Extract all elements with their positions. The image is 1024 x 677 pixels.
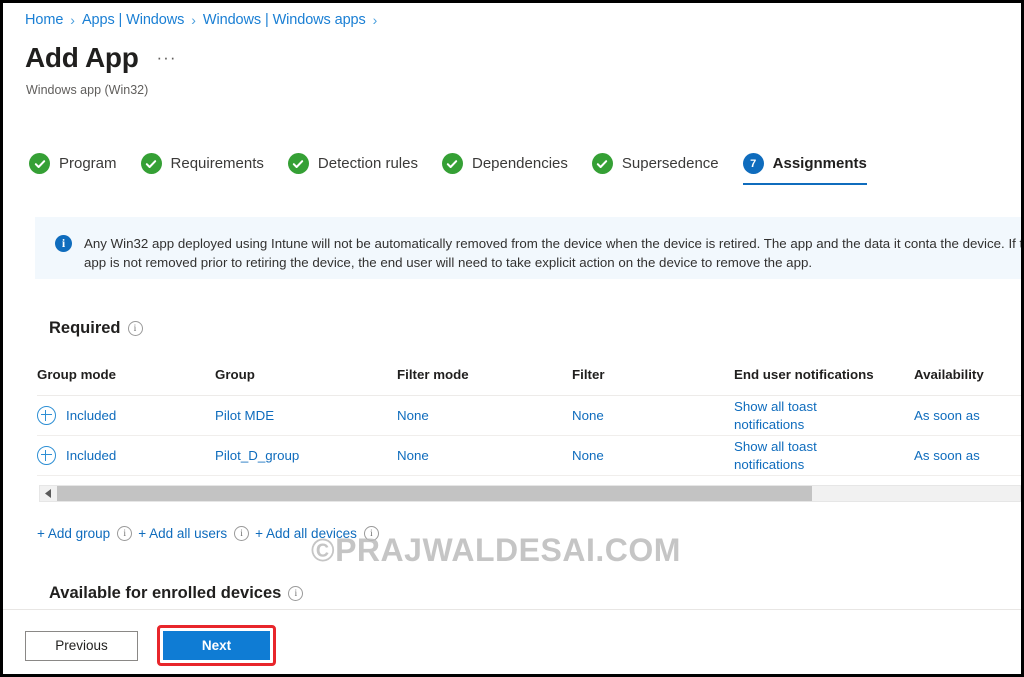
add-group-label: + Add group: [37, 526, 111, 541]
section-heading-label: Available for enrolled devices: [49, 584, 282, 602]
required-assignments-table: Group mode Group Filter mode Filter End …: [37, 367, 1021, 476]
page-subtitle: Windows app (Win32): [26, 83, 149, 97]
breadcrumb-item-home[interactable]: Home: [25, 12, 63, 28]
tab-program[interactable]: Program: [29, 153, 117, 185]
more-options-icon[interactable]: ···: [157, 48, 177, 68]
tab-supersedence[interactable]: Supersedence: [591, 153, 719, 185]
info-tooltip-icon[interactable]: i: [288, 586, 304, 601]
breadcrumb-item-windows-apps[interactable]: Windows | Windows apps: [203, 12, 366, 28]
cell-filter: None: [572, 395, 734, 436]
check-circle-icon: [29, 153, 50, 174]
section-heading-label: Required: [49, 319, 121, 337]
column-header-filter-mode: Filter mode: [397, 367, 572, 396]
table-header-row: Group mode Group Filter mode Filter End …: [37, 367, 1021, 396]
add-group-button[interactable]: + Add group i: [37, 526, 133, 541]
table-row[interactable]: Included Pilot_D_group None None Show al…: [37, 435, 1021, 476]
group-value: Pilot MDE: [215, 408, 275, 423]
column-header-availability: Availability: [914, 367, 1021, 396]
column-header-filter: Filter: [572, 367, 734, 396]
page-header: Add App ···: [25, 41, 176, 75]
azure-portal-blade: Home › Apps | Windows › Windows | Window…: [3, 3, 1021, 674]
step-number-badge: 7: [742, 153, 764, 174]
filter-mode-value[interactable]: None: [397, 408, 429, 423]
footer-divider: [3, 609, 1021, 610]
availability-value[interactable]: As soon as: [914, 448, 980, 463]
cell-end-user-notifications: Show all toast notifications: [734, 395, 914, 436]
tab-label: Requirements: [170, 155, 264, 172]
tab-label: Detection rules: [317, 155, 418, 172]
required-section-heading: Required i: [49, 319, 143, 338]
page-title: Add App: [25, 42, 139, 73]
info-icon: i: [55, 235, 72, 252]
filter-value[interactable]: None: [572, 408, 604, 423]
info-tooltip-icon[interactable]: i: [117, 526, 133, 541]
info-banner: i Any Win32 app deployed using Intune wi…: [35, 217, 1021, 279]
column-header-end-user-notifications: End user notifications: [734, 367, 914, 396]
tab-label: Program: [59, 155, 117, 172]
check-circle-icon: [591, 153, 613, 174]
info-banner-text: Any Win32 app deployed using Intune will…: [84, 236, 1021, 270]
filter-mode-value[interactable]: None: [397, 448, 429, 463]
cell-availability: As soon as: [914, 395, 1021, 436]
filter-value[interactable]: None: [572, 448, 604, 463]
info-tooltip-icon[interactable]: i: [127, 321, 143, 336]
group-mode-value[interactable]: Included: [66, 408, 116, 423]
check-circle-icon: [287, 153, 309, 174]
notifications-value[interactable]: Show all toast notifications: [734, 396, 834, 435]
notifications-value[interactable]: Show all toast notifications: [734, 436, 834, 475]
wizard-footer: Previous Next: [25, 625, 276, 666]
scroll-left-arrow-icon[interactable]: [40, 486, 57, 501]
tab-label: Dependencies: [471, 155, 568, 172]
tab-label: Supersedence: [621, 155, 719, 172]
breadcrumb-separator-icon: ›: [191, 12, 196, 28]
cell-availability: As soon as: [914, 435, 1021, 476]
tab-requirements[interactable]: Requirements: [140, 153, 264, 185]
availability-value[interactable]: As soon as: [914, 408, 980, 423]
info-tooltip-icon[interactable]: i: [234, 526, 250, 541]
wizard-step-tabs: Program Requirements Detection rules Dep…: [29, 153, 891, 193]
table-horizontal-scrollbar[interactable]: [39, 485, 1021, 502]
cell-end-user-notifications: Show all toast notifications: [734, 435, 914, 476]
previous-button[interactable]: Previous: [25, 630, 138, 661]
cell-group-mode: Included: [37, 435, 215, 476]
add-all-users-label: + Add all users: [138, 526, 228, 541]
tab-detection-rules[interactable]: Detection rules: [287, 153, 418, 185]
tab-dependencies[interactable]: Dependencies: [441, 153, 568, 185]
cell-filter-mode: None: [397, 395, 572, 436]
breadcrumb-separator-icon: ›: [70, 12, 75, 28]
group-mode-value[interactable]: Included: [66, 448, 116, 463]
column-header-group-mode: Group mode: [37, 367, 215, 396]
cell-group: Pilot MDE: [215, 395, 397, 436]
plus-circle-icon[interactable]: [37, 446, 56, 465]
cell-filter-mode: None: [397, 435, 572, 476]
cell-filter: None: [572, 435, 734, 476]
column-header-group: Group: [215, 367, 397, 396]
cell-group-mode: Included: [37, 395, 215, 436]
check-circle-icon: [441, 153, 463, 174]
breadcrumb-item-apps-windows[interactable]: Apps | Windows: [82, 12, 184, 28]
watermark: ©PRAJWALDESAI.COM: [311, 532, 681, 568]
tab-label: Assignments: [772, 155, 867, 172]
table-row[interactable]: Included Pilot MDE None None Show all to…: [37, 395, 1021, 436]
cell-group: Pilot_D_group: [215, 435, 397, 476]
plus-circle-icon[interactable]: [37, 406, 56, 425]
add-all-users-button[interactable]: + Add all users i: [138, 526, 250, 541]
available-section-heading: Available for enrolled devices i: [49, 584, 304, 603]
tab-assignments[interactable]: 7 Assignments: [742, 153, 868, 185]
breadcrumb-separator-icon: ›: [372, 12, 378, 28]
scrollbar-thumb[interactable]: [57, 486, 812, 501]
group-value: Pilot_D_group: [215, 448, 300, 463]
screenshot-frame: Home › Apps | Windows › Windows | Window…: [0, 0, 1024, 677]
next-button-highlight: Next: [157, 625, 276, 666]
breadcrumb: Home › Apps | Windows › Windows | Window…: [25, 12, 384, 28]
next-button[interactable]: Next: [163, 631, 270, 660]
check-circle-icon: [140, 153, 162, 174]
